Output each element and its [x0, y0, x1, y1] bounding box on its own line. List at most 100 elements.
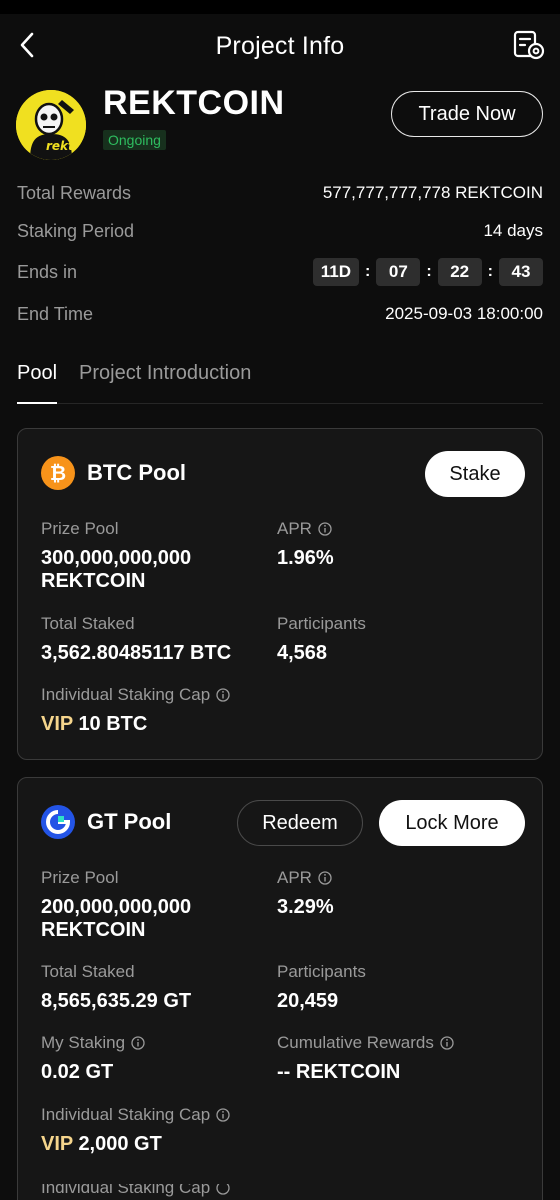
apr-label: APR [277, 519, 312, 538]
apr-value: 3.29% [277, 896, 334, 918]
countdown-days: 11D [312, 258, 360, 286]
info-row-staking-period: Staking Period 14 days [0, 212, 560, 250]
tab-bar: Pool Project Introduction [17, 352, 543, 404]
cumulative-label-group: Cumulative Rewards [277, 1033, 454, 1053]
cap-label: Individual Staking Cap [41, 1105, 211, 1124]
info-icon[interactable] [216, 688, 230, 702]
status-bar [0, 0, 560, 14]
gt-pool-header: GT Pool [41, 805, 171, 839]
btc-staking-cap: Individual Staking Cap VIP 10 BTC [41, 685, 230, 736]
prize-pool-value: 300,000,000,000 REKTCOIN [41, 547, 191, 593]
total-staked-value: 8,565,635.29 GT [41, 990, 192, 1012]
ends-in-label: Ends in [17, 261, 78, 282]
prize-pool-amount: 300,000,000,000 [41, 547, 192, 569]
apr-label-group: APR [277, 868, 334, 888]
cap-label: Individual Staking Cap [41, 1184, 211, 1197]
info-icon[interactable] [131, 1036, 145, 1050]
project-name: REKTCOIN [103, 84, 285, 122]
document-gear-icon [513, 30, 545, 60]
cap-value-group: VIP 10 BTC [41, 713, 230, 736]
vip-tag: VIP [41, 713, 73, 735]
stake-button[interactable]: Stake [425, 451, 525, 497]
my-staking-label: My Staking [41, 1033, 126, 1052]
gt-total-staked: Total Staked 8,565,635.29 GT [41, 962, 191, 1013]
gt-pool-card: GT Pool Redeem Lock More Prize Pool 200,… [17, 777, 543, 1200]
svg-text:₿: ₿ [50, 461, 66, 485]
participants-label: Participants [277, 614, 366, 633]
cumulative-rewards-value: -- REKTCOIN [277, 1061, 401, 1083]
info-row-total-rewards: Total Rewards 577,777,777,778 REKTCOIN [0, 174, 560, 212]
countdown: 11D : 07 : 22 : 43 [312, 258, 543, 286]
total-staked-label: Total Staked [41, 962, 135, 981]
prize-pool-amount: 200,000,000,000 [41, 896, 192, 918]
info-icon[interactable] [440, 1036, 454, 1050]
my-staking-label-group: My Staking [41, 1033, 145, 1053]
gt-prize-pool: Prize Pool 200,000,000,000 REKTCOIN [41, 868, 191, 942]
end-time-value: 2025-09-03 18:00:00 [385, 304, 543, 323]
total-rewards-label: Total Rewards [17, 182, 132, 203]
participants-label: Participants [277, 962, 366, 981]
info-icon[interactable] [216, 1108, 230, 1122]
svg-text:rekt: rekt [46, 139, 75, 153]
apr-value: 1.96% [277, 547, 334, 569]
btc-participants: Participants 4,568 [277, 614, 366, 665]
btc-pool-name: BTC Pool [87, 460, 186, 485]
countdown-seconds: 43 [499, 258, 543, 286]
my-staking-value: 0.02 GT [41, 1061, 114, 1083]
apr-label-group: APR [277, 519, 334, 539]
project-info: Total Rewards 577,777,777,778 REKTCOIN S… [0, 174, 560, 334]
redeem-button[interactable]: Redeem [237, 800, 363, 846]
top-bar: Project Info [0, 14, 560, 78]
back-button[interactable] [18, 28, 48, 62]
gt-staking-cap: Individual Staking Cap VIP 2,000 GT [41, 1105, 230, 1156]
vip-tag: VIP [41, 1133, 73, 1155]
countdown-separator: : [426, 263, 432, 280]
info-icon[interactable] [318, 871, 332, 885]
participants-value: 4,568 [277, 642, 328, 664]
lock-more-button[interactable]: Lock More [379, 800, 525, 846]
gt-my-staking: My Staking 0.02 GT [41, 1033, 145, 1084]
prize-pool-token: REKTCOIN [41, 919, 146, 941]
countdown-separator: : [487, 263, 493, 280]
btc-apr: APR 1.96% [277, 519, 334, 570]
countdown-hours: 07 [376, 258, 421, 286]
cap-label-group: Individual Staking Cap [41, 1105, 230, 1125]
trade-now-button[interactable]: Trade Now [391, 91, 543, 137]
cap-value: 10 BTC [78, 713, 148, 735]
tab-project-introduction[interactable]: Project Introduction [79, 352, 251, 403]
cap-value: 2,000 GT [78, 1133, 162, 1155]
records-settings-button[interactable] [512, 28, 546, 62]
cap-label: Individual Staking Cap [41, 685, 211, 704]
info-icon[interactable] [318, 522, 332, 536]
countdown-minutes: 22 [437, 258, 482, 286]
bitcoin-icon: ₿ [41, 456, 75, 490]
btc-pool-header: ₿ BTC Pool [41, 456, 186, 490]
prize-pool-label: Prize Pool [41, 519, 119, 538]
prize-pool-label: Prize Pool [41, 868, 119, 887]
page-title: Project Info [215, 31, 345, 60]
partial-next-cap: Individual Staking Cap [41, 1184, 230, 1200]
countdown-separator: : [365, 263, 371, 280]
tab-pool[interactable]: Pool [17, 352, 58, 404]
gt-cumulative-rewards: Cumulative Rewards -- REKTCOIN [277, 1033, 454, 1084]
gt-pool-name: GT Pool [87, 809, 172, 834]
gatetoken-icon [41, 805, 75, 839]
chevron-left-icon [20, 32, 34, 58]
total-rewards-value: 577,777,777,778 REKTCOIN [322, 183, 543, 202]
staking-period-value: 14 days [483, 221, 543, 240]
project-header: rekt REKTCOIN Ongoing Trade Now [0, 84, 560, 164]
btc-pool-card: ₿ BTC Pool Stake Prize Pool 300,000,000,… [17, 428, 543, 760]
status-badge: Ongoing [103, 130, 166, 150]
gt-apr: APR 3.29% [277, 868, 334, 919]
cap-label-group: Individual Staking Cap [41, 685, 230, 705]
prize-pool-value: 200,000,000,000 REKTCOIN [41, 896, 191, 942]
total-staked-label: Total Staked [41, 614, 135, 633]
apr-label: APR [277, 868, 312, 887]
gt-participants: Participants 20,459 [277, 962, 366, 1013]
info-row-ends-in: Ends in 11D : 07 : 22 : 43 [0, 250, 560, 294]
participants-value: 20,459 [277, 990, 339, 1012]
prize-pool-token: REKTCOIN [41, 570, 146, 592]
cap-value-group: VIP 2,000 GT [41, 1133, 230, 1156]
project-logo: rekt [16, 90, 86, 160]
btc-total-staked: Total Staked 3,562.80485117 BTC [41, 614, 231, 665]
